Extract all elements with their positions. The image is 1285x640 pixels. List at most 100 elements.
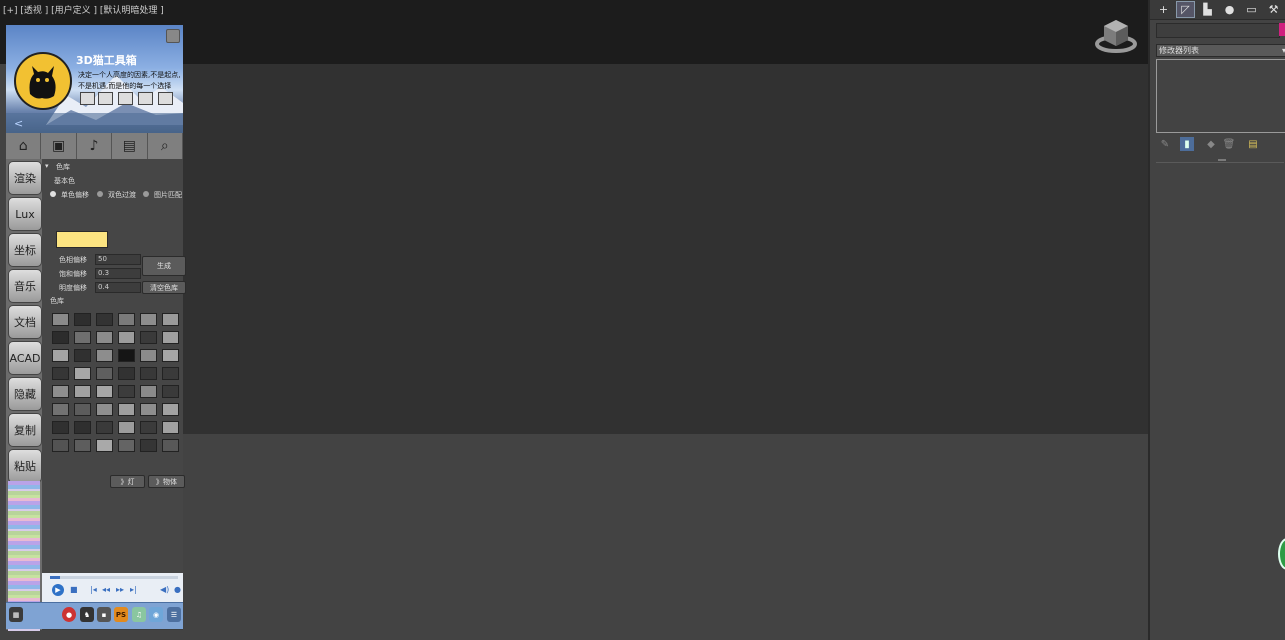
palette-cell[interactable]: [140, 331, 157, 344]
palette-cell[interactable]: [96, 403, 113, 416]
palette-cell[interactable]: [162, 367, 179, 380]
pin-stack-icon[interactable]: ✎: [1158, 137, 1172, 151]
mail-icon[interactable]: [98, 92, 113, 105]
sidebar-button-4[interactable]: 文档: [8, 305, 42, 339]
menu-icon[interactable]: ☰: [167, 607, 181, 622]
windows-icon[interactable]: ▦: [9, 607, 23, 622]
motion-icon[interactable]: ●: [1221, 2, 1238, 17]
saturation-offset-field[interactable]: 0.3: [95, 268, 141, 279]
palette-cell[interactable]: [96, 313, 113, 326]
palette-cell[interactable]: [140, 403, 157, 416]
viewcube-icon[interactable]: [1094, 16, 1138, 54]
palette-cell[interactable]: [74, 331, 91, 344]
palette-cell[interactable]: [96, 421, 113, 434]
remote-icon[interactable]: ▪: [97, 607, 111, 622]
search-icon[interactable]: ⌕: [148, 133, 184, 159]
rewind-icon[interactable]: ◂◂: [102, 585, 110, 594]
palette-cell[interactable]: [140, 367, 157, 380]
palette-cell[interactable]: [118, 421, 135, 434]
utilities-icon[interactable]: ⚒: [1265, 2, 1282, 17]
show-end-result-icon[interactable]: ▮: [1180, 137, 1194, 151]
palette-cell[interactable]: [140, 421, 157, 434]
palette-cell[interactable]: [52, 331, 69, 344]
palette-cell[interactable]: [52, 367, 69, 380]
palette-cell[interactable]: [118, 313, 135, 326]
ps-icon[interactable]: PS: [114, 607, 128, 622]
palette-cell[interactable]: [96, 439, 113, 452]
palette-cell[interactable]: [118, 331, 135, 344]
progress-track[interactable]: [50, 576, 178, 579]
palette-cell[interactable]: [96, 331, 113, 344]
palette-cell[interactable]: [162, 349, 179, 362]
palette-cell[interactable]: [52, 385, 69, 398]
sidebar-button-2[interactable]: 坐标: [8, 233, 42, 267]
palette-cell[interactable]: [96, 367, 113, 380]
qq-icon[interactable]: ♞: [80, 607, 94, 622]
mode-radio-2[interactable]: [143, 191, 149, 197]
palette-cell[interactable]: [52, 313, 69, 326]
minimize-icon[interactable]: [158, 92, 173, 105]
palette-cell[interactable]: [162, 439, 179, 452]
home-icon[interactable]: ⌂: [6, 133, 42, 159]
resize-grip[interactable]: [1218, 159, 1226, 161]
palette-cell[interactable]: [96, 349, 113, 362]
palette-cell[interactable]: [74, 403, 91, 416]
record-icon[interactable]: ●: [62, 607, 76, 622]
palette-cell[interactable]: [52, 421, 69, 434]
palette-cell[interactable]: [96, 385, 113, 398]
make-unique-icon[interactable]: ◆: [1204, 137, 1218, 151]
volume-dot-icon[interactable]: ●: [174, 585, 181, 594]
palette-cell[interactable]: [162, 403, 179, 416]
palette-cell[interactable]: [74, 349, 91, 362]
viewport[interactable]: [183, 64, 1148, 434]
modify-icon[interactable]: ◸: [1176, 1, 1195, 18]
palette-cell[interactable]: [118, 385, 135, 398]
palette-cell[interactable]: [162, 421, 179, 434]
palette-cell[interactable]: [52, 439, 69, 452]
palette-cell[interactable]: [162, 313, 179, 326]
base-color-swatch[interactable]: [56, 231, 108, 248]
hierarchy-icon[interactable]: ▙: [1199, 2, 1216, 17]
next-icon[interactable]: ▸|: [130, 585, 137, 594]
music-icon[interactable]: ♫: [132, 607, 146, 622]
apply-object-button[interactable]: 》物体: [148, 475, 185, 488]
palette-cell[interactable]: [140, 385, 157, 398]
palette-cell[interactable]: [118, 439, 135, 452]
brightness-offset-field[interactable]: 0.4: [95, 282, 141, 293]
stop-icon[interactable]: ■: [70, 585, 78, 594]
palette-cell[interactable]: [52, 403, 69, 416]
palette-cell[interactable]: [74, 385, 91, 398]
window-icon[interactable]: [138, 92, 153, 105]
apply-light-button[interactable]: 》灯: [110, 475, 145, 488]
display-icon[interactable]: ▭: [1243, 2, 1260, 17]
configure-modifier-icon[interactable]: ▤: [1246, 137, 1260, 151]
mode-radio-0[interactable]: [50, 191, 56, 197]
volume-icon[interactable]: ◀): [160, 585, 169, 594]
toolbox-icon[interactable]: ▣: [41, 133, 77, 159]
remove-modifier-icon[interactable]: 🗑: [1222, 137, 1236, 151]
palette-cell[interactable]: [162, 385, 179, 398]
banner-toggle-button[interactable]: [166, 29, 180, 43]
palette-cell[interactable]: [118, 367, 135, 380]
sidebar-button-7[interactable]: 复制: [8, 413, 42, 447]
palette-cell[interactable]: [74, 421, 91, 434]
create-icon[interactable]: +: [1155, 2, 1172, 17]
sidebar-button-8[interactable]: 粘贴: [8, 449, 42, 483]
app-icon[interactable]: ◉: [149, 607, 163, 622]
palette-cell[interactable]: [74, 367, 91, 380]
settings-icon[interactable]: [118, 92, 133, 105]
mode-radio-1[interactable]: [97, 191, 103, 197]
palette-cell[interactable]: [162, 331, 179, 344]
palette-cell[interactable]: [52, 349, 69, 362]
generate-button[interactable]: 生成: [142, 256, 186, 276]
sidebar-button-5[interactable]: ACAD: [8, 341, 42, 375]
palette-cell[interactable]: [140, 439, 157, 452]
prev-icon[interactable]: |◂: [90, 585, 97, 594]
palette-cell[interactable]: [118, 403, 135, 416]
modifier-list-dropdown[interactable]: 修改器列表 ▾: [1156, 44, 1285, 57]
refresh-icon[interactable]: [80, 92, 95, 105]
sidebar-button-3[interactable]: 音乐: [8, 269, 42, 303]
play-icon[interactable]: ▶: [52, 584, 64, 596]
palette-cell[interactable]: [140, 349, 157, 362]
modifier-stack[interactable]: [1156, 59, 1285, 133]
